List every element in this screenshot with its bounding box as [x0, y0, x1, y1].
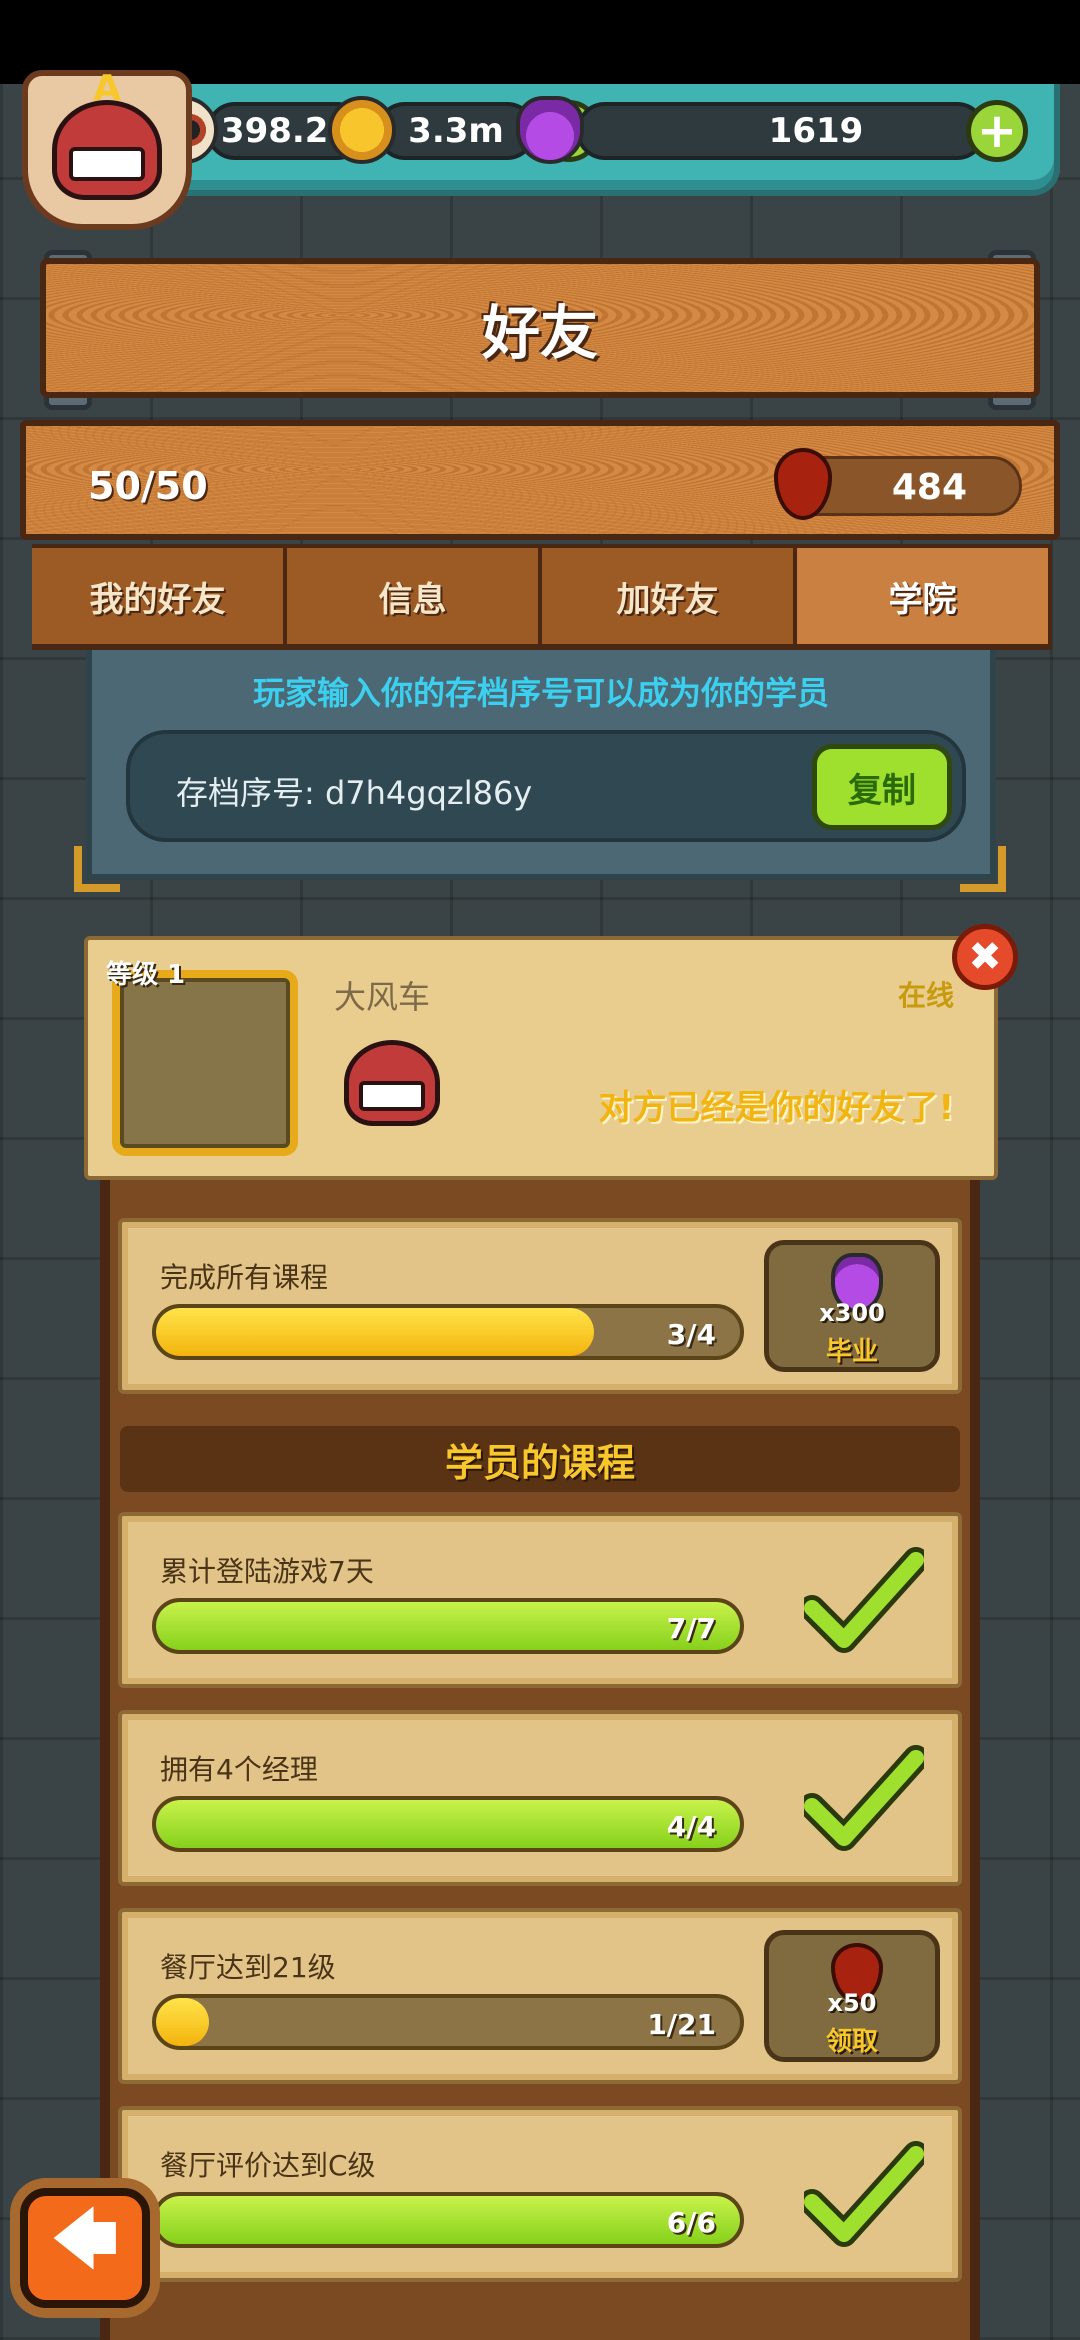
graduation-row: 完成所有课程 3/4 x300 毕业: [118, 1218, 962, 1394]
save-code: 存档序号: d7h4gqzl86y: [176, 774, 533, 812]
potion-icon: [516, 96, 584, 164]
progress-text: 4/4: [666, 1810, 716, 1843]
section-title: 学员的课程: [120, 1426, 960, 1492]
course-row: 拥有4个经理 4/4: [118, 1710, 962, 1886]
title-board: 好友: [40, 258, 1040, 398]
course-progress-bar: 4/4: [152, 1796, 744, 1852]
reward-quantity: x300: [819, 1299, 885, 1327]
tab-my-friends[interactable]: 我的好友: [32, 544, 287, 650]
online-status: 在线: [897, 979, 954, 1012]
invite-panel: 玩家输入你的存档序号可以成为你的学员 存档序号: d7h4gqzl86y 复制: [86, 650, 996, 880]
corner-bracket-right: [960, 846, 1006, 892]
claim-reward-button[interactable]: x50 领取: [764, 1930, 940, 2062]
progress-text: 1/21: [647, 2008, 716, 2041]
back-arrow-icon: 🡄: [51, 2203, 119, 2277]
currency-bar: 398.2k 3.3m + 1619 +: [150, 84, 1060, 196]
tab-messages[interactable]: 信息: [287, 544, 542, 650]
reward-quantity: x50: [827, 1989, 877, 2017]
progress-fill: [156, 1602, 740, 1650]
coins-value: 3.3m: [408, 111, 504, 151]
tab-academy[interactable]: 学院: [797, 544, 1052, 650]
close-button[interactable]: ✖: [952, 924, 1018, 990]
checkmark-icon: [804, 1745, 924, 1851]
reward-action: 毕业: [825, 1337, 878, 1367]
corner-bracket-left: [74, 846, 120, 892]
graduate-reward-button[interactable]: x300 毕业: [764, 1240, 940, 1372]
progress-text: 6/6: [666, 2206, 716, 2239]
graduation-label: 完成所有课程: [160, 1261, 329, 1294]
tab-add-friend[interactable]: 加好友: [542, 544, 797, 650]
potions-value: 1619: [768, 111, 864, 151]
friend-level: 等级 1: [106, 960, 186, 990]
course-label: 累计登陆游戏7天: [160, 1555, 374, 1588]
back-button[interactable]: 🡄: [20, 2188, 150, 2308]
progress-fill: [156, 1800, 740, 1848]
progress-fill: [156, 1308, 594, 1356]
potions-counter: 1619: [576, 102, 986, 160]
reward-action: 领取: [825, 2027, 878, 2057]
friends-count: 50/50: [88, 464, 208, 508]
progress-fill: [156, 2196, 740, 2244]
invite-hint: 玩家输入你的存档序号可以成为你的学员: [252, 674, 829, 712]
course-progress-bar: 6/6: [152, 2192, 744, 2248]
monster-avatar-icon: [52, 100, 162, 200]
copy-button[interactable]: 复制: [812, 744, 952, 830]
player-avatar[interactable]: A: [22, 68, 192, 230]
coin-icon: [328, 96, 396, 164]
course-label: 餐厅达到21级: [160, 1951, 336, 1984]
save-code-box: 存档序号: d7h4gqzl86y 复制: [126, 730, 966, 842]
friend-portrait-slot: [112, 970, 298, 1156]
blood-value: 484: [891, 467, 967, 508]
tab-bar: 我的好友 信息 加好友 学院: [32, 544, 1052, 650]
course-label: 拥有4个经理: [160, 1753, 318, 1786]
course-row: 累计登陆游戏7天 7/7: [118, 1512, 962, 1688]
checkmark-icon: [804, 1547, 924, 1653]
course-row: 餐厅评价达到C级 6/6: [118, 2106, 962, 2282]
progress-text: 3/4: [666, 1318, 716, 1351]
friend-monster-icon: [344, 1040, 440, 1126]
course-progress-bar: 1/21: [152, 1994, 744, 2050]
graduation-progress-bar: 3/4: [152, 1304, 744, 1360]
coins-counter: 3.3m: [376, 102, 536, 160]
course-row: 餐厅达到21级 1/21 x50 领取: [118, 1908, 962, 2084]
progress-text: 7/7: [666, 1612, 716, 1645]
page-title: 好友: [481, 299, 598, 367]
course-progress-bar: 7/7: [152, 1598, 744, 1654]
add-potions-button[interactable]: +: [966, 100, 1028, 162]
friend-name: 大风车: [334, 978, 431, 1016]
friend-message: 对方已经是你的好友了!: [598, 1088, 954, 1128]
checkmark-icon: [804, 2141, 924, 2247]
stats-board: 50/50 484: [20, 420, 1060, 540]
progress-fill: [156, 1998, 209, 2046]
plus-icon: +: [976, 103, 1018, 159]
course-label: 餐厅评价达到C级: [160, 2149, 376, 2182]
friend-card[interactable]: 等级 1 大风车 在线 对方已经是你的好友了! ✖: [84, 924, 1018, 1180]
